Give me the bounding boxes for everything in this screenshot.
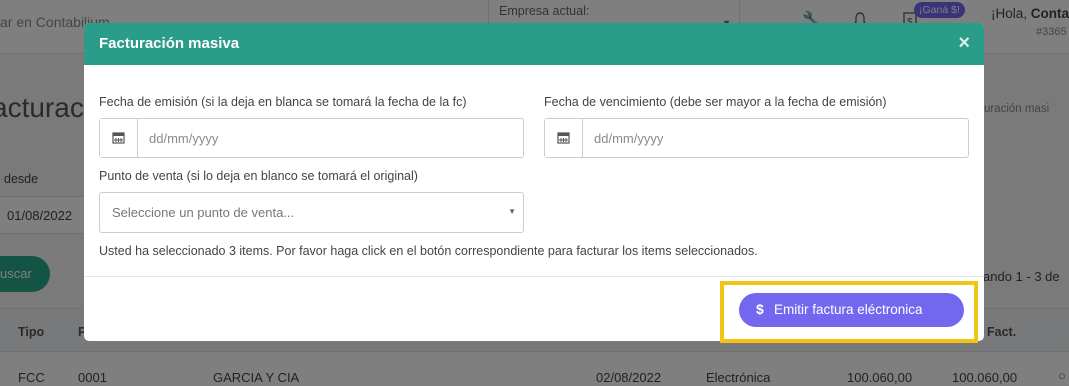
issue-date-group bbox=[99, 118, 524, 158]
point-of-sale-select[interactable]: Seleccione un punto de venta... ▼ bbox=[99, 192, 524, 233]
issue-date-input[interactable] bbox=[139, 119, 519, 157]
calendar-icon bbox=[557, 131, 570, 147]
close-icon[interactable]: × bbox=[958, 32, 970, 55]
due-date-calendar-button[interactable] bbox=[545, 119, 583, 157]
caret-down-icon: ▼ bbox=[508, 207, 516, 216]
due-date-group bbox=[544, 118, 969, 158]
issue-date-calendar-button[interactable] bbox=[100, 119, 138, 157]
point-of-sale-placeholder: Seleccione un punto de venta... bbox=[112, 205, 295, 220]
due-date-label: Fecha de vencimiento (debe ser mayor a l… bbox=[544, 95, 887, 109]
point-of-sale-label: Punto de venta (si lo deja en blanco se … bbox=[99, 169, 418, 183]
modal-divider bbox=[84, 276, 984, 277]
modal-header: Facturación masiva × bbox=[84, 23, 984, 65]
due-date-input[interactable] bbox=[584, 119, 964, 157]
highlight-box bbox=[720, 281, 978, 343]
calendar-icon bbox=[112, 131, 125, 147]
issue-date-label: Fecha de emisión (si la deja en blanca s… bbox=[99, 95, 467, 109]
selection-info-text: Usted ha seleccionado 3 items. Por favor… bbox=[99, 244, 758, 258]
modal-title: Facturación masiva bbox=[99, 35, 240, 52]
